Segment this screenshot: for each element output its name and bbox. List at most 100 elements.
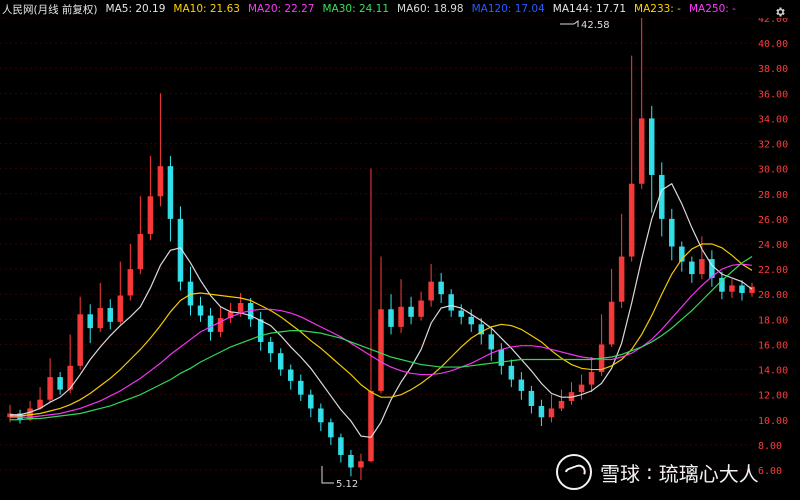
ma120-label: MA120: 17.04 <box>471 3 545 15</box>
candle-body <box>438 281 444 295</box>
candle-body <box>147 196 154 234</box>
candle-body <box>137 233 144 270</box>
y-tick-label: 34.00 <box>758 114 788 125</box>
candle-body <box>368 390 374 462</box>
candlestick-chart: 42.00 40.00 38.00 36.00 34.00 32.00 30.00 28.00… <box>0 18 788 490</box>
candle-body <box>618 256 625 302</box>
candle-body <box>418 300 424 317</box>
y-tick-label: 8.00 <box>758 441 782 452</box>
y-tick-label: 16.00 <box>758 340 788 351</box>
candle-body <box>57 377 63 390</box>
candle-body <box>468 316 475 325</box>
candle-body <box>47 377 53 400</box>
candle-body <box>328 422 334 438</box>
chart-grid <box>0 18 752 471</box>
candle-body <box>107 308 114 322</box>
candle-body <box>729 285 735 292</box>
ma30-label: MA30: 24.11 <box>322 3 390 15</box>
candle-body <box>528 390 535 406</box>
high-annotation: 42.58 <box>560 20 610 31</box>
high-pointer-arrow <box>573 20 579 27</box>
candle-body <box>699 259 705 275</box>
xueqiu-watermark: 雪球 : 琉璃心大人 <box>556 454 794 490</box>
candle-body <box>538 405 545 418</box>
candle-body <box>648 118 655 175</box>
candle-body <box>348 454 354 468</box>
candle-body <box>458 310 464 317</box>
candle-body <box>217 318 224 332</box>
y-tick-label: 18.00 <box>758 315 788 326</box>
y-tick-label: 22.00 <box>758 265 788 276</box>
candle-body <box>518 379 525 391</box>
candles-layer <box>7 18 755 481</box>
high-price-label: 42.58 <box>581 20 610 31</box>
candle-body <box>157 166 164 197</box>
candle-body <box>358 461 364 468</box>
watermark-author: 琉璃心大人 <box>658 461 759 486</box>
candle-body <box>628 183 635 257</box>
y-tick-label: 28.00 <box>758 190 788 201</box>
y-tick-label: 26.00 <box>758 215 788 226</box>
watermark-text: 雪球 : 琉璃心大人 <box>600 458 759 487</box>
candle-body <box>298 380 304 395</box>
candle-body <box>167 166 174 219</box>
candle-body <box>548 408 555 418</box>
y-tick-label: 20.00 <box>758 290 788 301</box>
y-axis: 42.00 40.00 38.00 36.00 34.00 32.00 30.00 28.00… <box>758 18 788 477</box>
candle-body <box>689 261 695 275</box>
xueqiu-logo-icon <box>556 454 592 490</box>
ma10-label: MA10: 21.63 <box>173 3 240 15</box>
y-tick-label: 32.00 <box>758 140 788 151</box>
candle-body <box>608 301 615 345</box>
candle-body <box>669 218 675 247</box>
chart-title: 人民网(月线 前复权) <box>2 3 98 16</box>
y-tick-label: 38.00 <box>758 64 788 75</box>
y-tick-label: 36.00 <box>758 89 788 100</box>
y-tick-label: 14.00 <box>758 366 788 377</box>
watermark-separator: : <box>646 460 653 484</box>
candle-body <box>237 303 244 312</box>
ma250-label: MA250: - <box>688 3 736 15</box>
candle-body <box>428 281 434 301</box>
ma144-label: MA144: 17.71 <box>552 3 627 15</box>
low-pointer-line <box>321 466 334 484</box>
chart-header: 人民网(月线 前复权) MA5: 20.19 MA10: 21.63 MA20:… <box>0 0 800 18</box>
low-price-label: 5.12 <box>336 479 358 490</box>
candle-body <box>378 309 384 391</box>
candle-body <box>488 334 495 350</box>
candle-body <box>588 372 595 385</box>
candle-body <box>207 315 214 332</box>
watermark-brand: 雪球 <box>600 461 640 486</box>
settings-icon[interactable] <box>774 3 786 17</box>
candle-body <box>498 349 505 366</box>
candle-body <box>739 285 745 293</box>
y-tick-label: 40.00 <box>758 39 788 50</box>
candle-body <box>77 314 83 366</box>
candle-body <box>578 384 585 393</box>
ma5-label: MA5: 20.19 <box>105 3 166 15</box>
candle-body <box>388 309 394 327</box>
candle-body <box>508 365 515 380</box>
candle-body <box>267 341 274 354</box>
candle-body <box>448 294 454 311</box>
y-tick-label: 10.00 <box>758 416 788 427</box>
candle-body <box>638 118 645 184</box>
candle-body <box>408 306 414 317</box>
candle-body <box>338 437 344 455</box>
y-tick-label: 42.00 <box>758 18 788 25</box>
candle-body <box>127 269 134 296</box>
y-tick-label: 12.00 <box>758 391 788 402</box>
y-tick-label: 30.00 <box>758 165 788 176</box>
candle-body <box>277 353 284 370</box>
ma60-label: MA60: 18.98 <box>397 3 464 15</box>
ma233-label: MA233: - <box>634 3 681 15</box>
candle-body <box>257 319 264 342</box>
candle-body <box>117 295 124 322</box>
candle-body <box>97 308 104 329</box>
candle-body <box>87 314 93 329</box>
ma20-label: MA20: 22.27 <box>247 3 315 15</box>
candle-body <box>308 394 314 409</box>
candle-body <box>398 306 404 327</box>
candle-body <box>318 408 324 423</box>
stock-chart-window: 人民网(月线 前复权) MA5: 20.19 MA10: 21.63 MA20:… <box>0 0 800 500</box>
